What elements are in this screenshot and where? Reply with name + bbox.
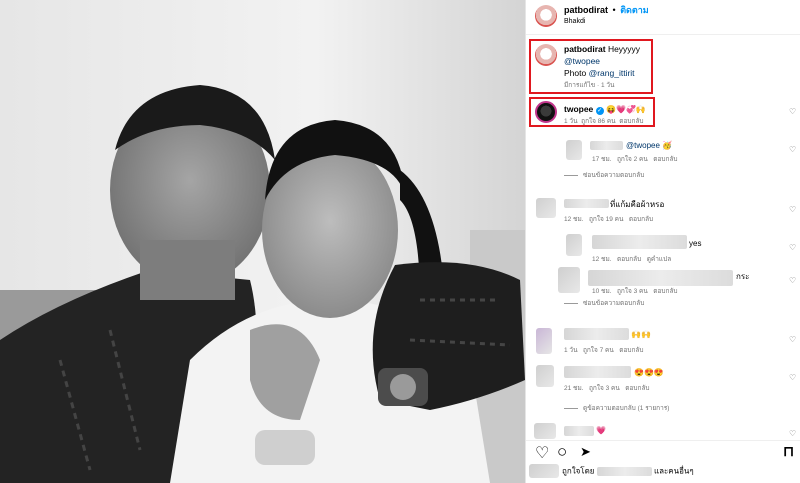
comment-time: 12 ชม.	[564, 216, 584, 223]
comment-likes[interactable]: ถูกใจ 7 คน	[583, 347, 614, 354]
reply-text: yes	[689, 239, 702, 248]
reply-button[interactable]: ตอบกลับ	[617, 256, 641, 263]
comment-username-blurred	[564, 199, 609, 208]
comment-username-blurred	[564, 328, 629, 340]
view-replies-toggle[interactable]: ดูข้อความตอบกลับ (1 รายการ)	[564, 405, 669, 412]
like-comment-heart-icon[interactable]: ♡	[789, 430, 796, 438]
bookmark-icon[interactable]: ⊓	[783, 443, 794, 460]
liked-by-prefix: ถูกใจโดย	[562, 466, 595, 476]
reply-button[interactable]: ตอบกลับ	[629, 216, 653, 223]
like-comment-heart-icon[interactable]: ♡	[789, 108, 796, 116]
comment-avatar[interactable]	[536, 328, 552, 354]
reply-likes[interactable]: ถูกใจ 3 คน	[617, 288, 648, 295]
comment-avatar[interactable]	[536, 365, 554, 387]
liked-by-username-blurred[interactable]	[596, 467, 652, 476]
liked-by-suffix[interactable]: และคนอื่นๆ	[654, 467, 694, 476]
reply-time: 10 ชม.	[592, 288, 612, 295]
reply-button[interactable]: ตอบกลับ	[653, 156, 677, 163]
reply-meta: 12 ชม. ตอบกลับ ดูคำแปล	[592, 256, 671, 263]
highlight-caption	[529, 39, 653, 94]
author-username[interactable]: patbodirat	[564, 5, 608, 15]
comment-icon[interactable]: ○	[557, 442, 567, 462]
like-heart-icon[interactable]: ♡	[535, 443, 549, 463]
view-replies-label: ดูข้อความตอบกลับ (1 รายการ)	[583, 405, 670, 412]
hide-replies-label: ซ่อนข้อความตอบกลับ	[583, 172, 645, 179]
reply-text: กระ	[736, 272, 750, 281]
toggle-dash	[564, 407, 578, 409]
reply-time: 17 ชม.	[592, 156, 612, 163]
liked-by-avatar[interactable]	[529, 464, 559, 478]
like-reply-heart-icon[interactable]: ♡	[789, 277, 796, 285]
reply-username-blurred	[590, 141, 623, 150]
comment-text: 🙌🙌	[631, 330, 651, 339]
author-avatar[interactable]	[535, 5, 557, 27]
like-comment-heart-icon[interactable]: ♡	[789, 374, 796, 382]
header-divider	[526, 34, 800, 35]
photo-image	[0, 0, 525, 483]
reply-time: 12 ชม.	[592, 256, 612, 263]
reply-username-blurred	[592, 235, 687, 249]
hide-replies-toggle[interactable]: ซ่อนข้อความตอบกลับ	[564, 172, 644, 179]
see-translation-button[interactable]: ดูคำแปล	[647, 256, 672, 263]
reply-meta: 17 ชม. ถูกใจ 2 คน ตอบกลับ	[592, 156, 678, 163]
hide-replies-label: ซ่อนข้อความตอบกลับ	[583, 300, 645, 307]
reply-button[interactable]: ตอบกลับ	[619, 347, 643, 354]
like-reply-heart-icon[interactable]: ♡	[789, 146, 796, 154]
comment-time: 1 วัน	[564, 347, 578, 354]
like-comment-heart-icon[interactable]: ♡	[789, 206, 796, 214]
comment-meta: 21 ชม. ถูกใจ 3 คน ตอบกลับ	[564, 385, 650, 392]
post-photo[interactable]	[0, 0, 525, 483]
comment-username-blurred	[564, 426, 594, 436]
action-bar-divider	[526, 440, 800, 441]
comment-username-blurred	[564, 366, 631, 378]
comment-likes[interactable]: ถูกใจ 3 คน	[589, 385, 620, 392]
follow-button[interactable]: ติดตาม	[620, 5, 649, 15]
toggle-dash	[564, 302, 578, 304]
reply-likes[interactable]: ถูกใจ 2 คน	[617, 156, 648, 163]
comment-text: ที่แก้มคือผ้าหรอ	[610, 200, 665, 209]
reply-button[interactable]: ตอบกลับ	[653, 288, 677, 295]
comment-likes[interactable]: ถูกใจ 19 คน	[589, 216, 624, 223]
reply-text[interactable]: @twopee 🥳	[626, 141, 672, 151]
reply-button[interactable]: ตอบกลับ	[625, 385, 649, 392]
reply-meta: 10 ชม. ถูกใจ 3 คน ตอบกลับ	[592, 288, 678, 295]
like-reply-heart-icon[interactable]: ♡	[789, 244, 796, 252]
post-side-panel: patbodirat • ติดตาม Bhakdi patbodirat He…	[525, 0, 800, 483]
reply-avatar[interactable]	[566, 140, 582, 160]
hide-replies-toggle[interactable]: ซ่อนข้อความตอบกลับ	[564, 300, 644, 307]
header-dot: •	[612, 5, 616, 15]
comment-text: 💗	[596, 426, 606, 435]
comment-avatar[interactable]	[536, 198, 556, 218]
reply-avatar[interactable]	[558, 267, 580, 293]
like-comment-heart-icon[interactable]: ♡	[789, 336, 796, 344]
toggle-dash	[564, 174, 578, 176]
share-icon[interactable]: ➤	[580, 444, 591, 460]
comment-meta: 1 วัน ถูกใจ 7 คน ตอบกลับ	[564, 347, 644, 354]
comment-meta: 12 ชม. ถูกใจ 19 คน ตอบกลับ	[564, 216, 653, 223]
reply-avatar[interactable]	[566, 234, 582, 256]
comment-avatar[interactable]	[534, 423, 556, 439]
post-location[interactable]: Bhakdi	[564, 18, 585, 26]
comment-time: 21 ชม.	[564, 385, 584, 392]
reply-username-blurred	[588, 270, 733, 286]
highlight-twopee-comment	[529, 97, 655, 127]
comment-text: 😍😍😍	[634, 368, 664, 377]
